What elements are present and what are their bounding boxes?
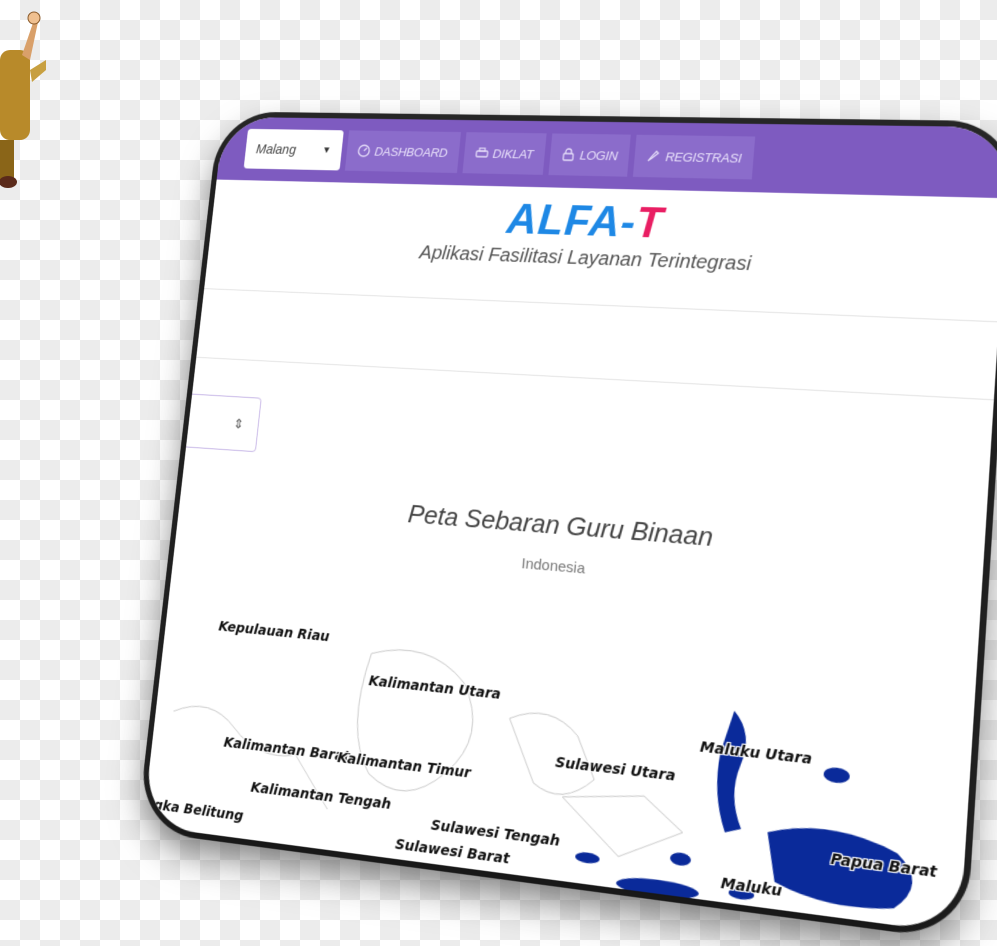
region-select[interactable]: Malang ▼ bbox=[244, 129, 344, 171]
dashboard-icon bbox=[357, 144, 371, 157]
region-select-value: Malang bbox=[255, 142, 296, 157]
app-screenshot-card: Malang ▼ DASHBOARD DIKLAT LOGIN REGISTRA… bbox=[143, 117, 997, 934]
sort-arrows-icon: ⇕ bbox=[233, 415, 245, 432]
divider bbox=[196, 357, 994, 401]
divider bbox=[204, 288, 997, 322]
map-region bbox=[823, 766, 850, 784]
brand-title-t: T bbox=[634, 199, 665, 247]
nav-registrasi[interactable]: REGISTRASI bbox=[633, 135, 755, 180]
printer-icon bbox=[475, 146, 489, 159]
map-region bbox=[670, 851, 692, 866]
nav-login-label: LOGIN bbox=[579, 148, 618, 163]
nav-dashboard[interactable]: DASHBOARD bbox=[345, 130, 461, 173]
map-region bbox=[713, 710, 750, 835]
rocket-icon bbox=[646, 149, 661, 163]
nav-diklat-label: DIKLAT bbox=[492, 146, 534, 161]
nav-login[interactable]: LOGIN bbox=[548, 133, 631, 176]
indonesia-map[interactable]: Kepulauan Riau Kalimantan Utara Maluku U… bbox=[143, 595, 977, 934]
lock-icon bbox=[561, 148, 576, 162]
map-outline bbox=[503, 710, 599, 798]
top-navbar: Malang ▼ DASHBOARD DIKLAT LOGIN REGISTRA… bbox=[217, 117, 997, 198]
chevron-down-icon: ▼ bbox=[322, 145, 332, 155]
cartoon-figure bbox=[0, 0, 48, 200]
map-region bbox=[575, 851, 600, 865]
sort-select[interactable]: ⇕ bbox=[152, 392, 262, 453]
brand-header: ALFA-T Aplikasi Fasilitasi Layanan Terin… bbox=[208, 189, 997, 286]
nav-dashboard-label: DASHBOARD bbox=[374, 144, 448, 159]
brand-title-alfa: ALFA bbox=[505, 196, 623, 246]
map-region bbox=[615, 874, 699, 902]
nav-registrasi-label: REGISTRASI bbox=[665, 149, 742, 165]
map-outline bbox=[558, 787, 686, 865]
nav-diklat[interactable]: DIKLAT bbox=[462, 132, 547, 175]
